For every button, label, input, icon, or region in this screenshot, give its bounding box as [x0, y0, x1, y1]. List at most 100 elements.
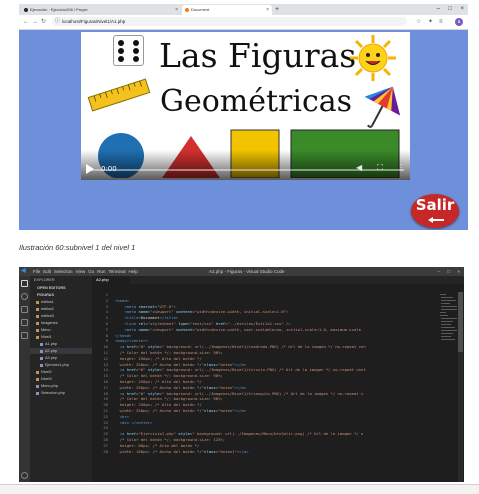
explorer-item[interactable]: Nivel3	[30, 376, 98, 382]
reading-list-icon[interactable]: ≡	[439, 18, 443, 26]
line-number: 25	[103, 431, 108, 437]
line-number: 14	[103, 367, 108, 373]
php-file-icon	[40, 349, 43, 353]
browser-tab-github[interactable]: Ejecución · Ejercicio208 / Pruyer ×	[21, 5, 181, 15]
line-number: 23	[103, 419, 108, 425]
extensions-icon[interactable]: ✦	[428, 18, 433, 26]
explorer-item-label: A1.php	[45, 342, 58, 346]
explorer-item-label: Nivel3	[41, 377, 52, 381]
explorer-item-label: Nivel2	[41, 370, 52, 374]
menu-item-file[interactable]: File	[33, 269, 40, 274]
folder-icon	[36, 321, 39, 325]
code-line: <div </center>	[115, 419, 153, 425]
explorer-item[interactable]: OPEN EDITORS	[30, 285, 94, 291]
ruler-icon	[87, 78, 151, 112]
code-view[interactable]: 1 2 <head> 3 <meta charset="UTF-8"> 4 <meta …	[92, 292, 464, 482]
line-number: 19	[103, 396, 108, 402]
line-number: 13	[103, 361, 108, 367]
profile-avatar[interactable]: a	[455, 18, 463, 26]
github-icon	[24, 8, 28, 12]
chevron-icon	[32, 287, 35, 290]
back-icon[interactable]: ←	[23, 17, 29, 27]
search-icon[interactable]	[21, 293, 28, 300]
explorer-item[interactable]: Menu	[30, 327, 98, 333]
scrollbar-thumb[interactable]	[458, 292, 463, 352]
more-options-icon[interactable]: ⋮	[397, 163, 405, 173]
window-controls[interactable]: – □ ×	[438, 267, 460, 276]
menu-item-edit[interactable]: Edit	[43, 269, 51, 274]
forward-icon[interactable]: →	[32, 17, 38, 27]
reload-icon[interactable]: ↻	[41, 17, 46, 27]
window-title: A2.php - Figuras - Visual Studio Code	[209, 269, 285, 274]
tab-title: Document	[191, 7, 210, 12]
video-progress-bar[interactable]	[87, 169, 404, 171]
browser-toolbar: ← → ↻ ⓘ localhost/Figuras/Nivel1/A1.php …	[19, 15, 468, 30]
run-debug-icon[interactable]	[21, 319, 28, 326]
folder-icon	[36, 335, 39, 339]
close-window-icon[interactable]: ×	[460, 4, 464, 15]
code-line: height: 250px; /* Alto del botón */	[115, 402, 202, 408]
source-control-icon[interactable]	[21, 306, 28, 313]
maximize-icon[interactable]: □	[448, 4, 452, 15]
browser-tab-document[interactable]: Document ×	[182, 5, 272, 15]
video-title-line1: Las Figuras	[159, 36, 357, 75]
code-line: height: 250px; /* Alto del botón */	[115, 379, 202, 384]
code-line: </head>	[115, 332, 132, 338]
line-number: 11	[103, 350, 108, 355]
menu-item-terminal[interactable]: Terminal	[109, 269, 126, 274]
info-icon: ⓘ	[55, 18, 61, 24]
explorer-item[interactable]: estilos2	[30, 306, 98, 312]
address-bar[interactable]: ⓘ localhost/Figuras/Nivel1/A1.php	[52, 17, 407, 26]
line-number: 26	[103, 437, 108, 442]
explorer-item[interactable]: FIGURAS	[30, 292, 94, 298]
explorer-item[interactable]: estilos1	[30, 299, 98, 305]
minimap[interactable]	[439, 292, 457, 362]
editor-scrollbar[interactable]	[458, 292, 463, 482]
figure-caption: Ilustración 60:subnivel 1 del nivel 1	[19, 243, 136, 252]
salir-button[interactable]: Salir	[408, 192, 462, 230]
explorer-icon[interactable]	[21, 280, 28, 287]
close-icon[interactable]: ×	[266, 5, 269, 15]
page-viewport: Las Figuras Geométricas 0:00 ◀ ⛶ ⋮ Salir	[19, 30, 468, 230]
extensions-icon[interactable]	[21, 332, 28, 339]
editor-tab-strip: A2.php	[92, 276, 464, 284]
explorer-item-label: A3.php	[45, 356, 58, 360]
video-player[interactable]: Las Figuras Geométricas 0:00 ◀ ⛶ ⋮	[81, 32, 410, 180]
menu-item-run[interactable]: Run	[97, 269, 105, 274]
explorer-item[interactable]: Seleccion.php	[30, 390, 98, 396]
menu-item-go[interactable]: Go	[88, 269, 94, 274]
activity-bar	[19, 276, 30, 482]
settings-gear-icon[interactable]	[21, 472, 28, 479]
code-line: /* Color del botón */; background-size: …	[115, 437, 226, 442]
video-title-line2: Geométricas	[160, 84, 353, 119]
menu-item-help[interactable]: Help	[129, 269, 138, 274]
folder-icon	[36, 314, 39, 318]
menu-item-view[interactable]: View	[76, 269, 86, 274]
code-line: /* Color del botón */; background-size: …	[115, 350, 223, 355]
line-number: 18	[103, 390, 108, 396]
umbrella-icon	[364, 86, 401, 128]
line-number: 24	[103, 425, 108, 431]
explorer-item[interactable]: Nivel1	[30, 334, 98, 340]
folder-icon	[36, 300, 39, 304]
explorer-item[interactable]: estilos3	[30, 313, 98, 319]
star-icon[interactable]: ☆	[416, 18, 421, 26]
code-line: <head>	[115, 297, 130, 303]
explorer-item[interactable]: Menu.php	[30, 383, 98, 389]
line-number: 1	[105, 292, 108, 297]
menu-item-selection[interactable]: Selection	[54, 269, 73, 274]
close-icon[interactable]: ×	[175, 5, 178, 15]
tab-title: Ejecución · Ejercicio208 / Pruyer	[30, 7, 88, 12]
explorer-item[interactable]: Nivel2	[30, 369, 98, 375]
volume-icon[interactable]: ◀	[356, 163, 362, 173]
fullscreen-icon[interactable]: ⛶	[377, 163, 383, 173]
explorer-item[interactable]: Imagenes	[30, 320, 98, 326]
browser-tab-bar: Ejecución · Ejercicio208 / Pruyer × Docu…	[19, 4, 468, 15]
php-file-icon	[40, 356, 43, 360]
minimize-icon[interactable]: –	[437, 4, 440, 15]
new-tab-button[interactable]: +	[275, 5, 279, 14]
code-line: <meta name="viewport" content="width=dev…	[115, 326, 361, 332]
explorer-item-label: OPEN EDITORS	[37, 286, 66, 290]
editor-tab-a2[interactable]: A2.php	[92, 276, 130, 284]
